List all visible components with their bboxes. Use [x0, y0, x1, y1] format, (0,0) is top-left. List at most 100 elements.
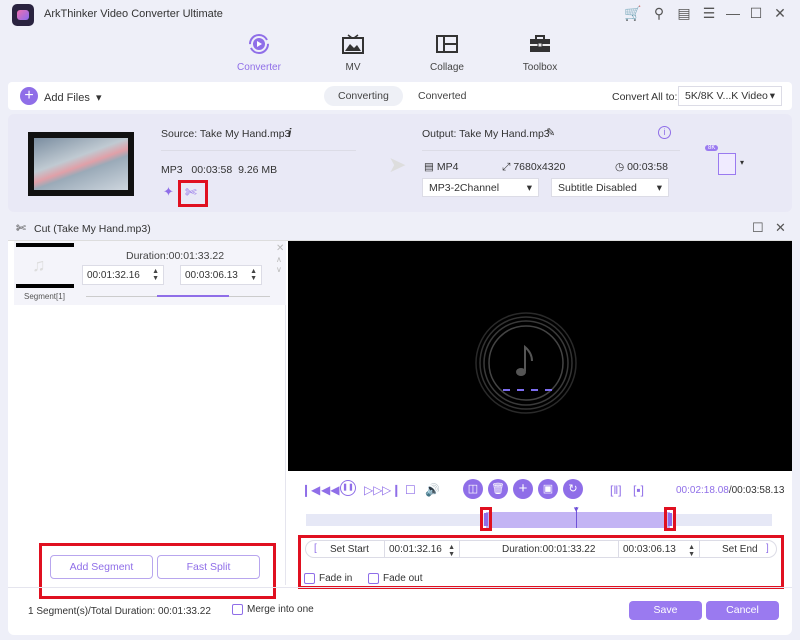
segment-label: Segment[1]	[24, 292, 65, 301]
convert-all-label: Convert All to:	[612, 91, 678, 103]
segment-delete-icon[interactable]: ✕	[276, 243, 284, 254]
toolbox-icon	[528, 32, 552, 56]
skip-start-icon[interactable]: ❙◀	[301, 483, 320, 497]
split-icon[interactable]: ◫	[463, 479, 483, 499]
tab-converted[interactable]: Converted	[404, 86, 480, 106]
edit-icon[interactable]: ✎	[546, 126, 555, 139]
set-start-button[interactable]: Set Start	[330, 544, 369, 555]
minimize-icon[interactable]: —	[724, 5, 742, 21]
divider	[8, 587, 792, 588]
menu-icon[interactable]: ☰	[700, 5, 718, 22]
player-controls: ❙◀ ◀◀ ❚❚ ▷▷ ▷❙ ☐ 🔊 ◫ 🗑 + ▣ ↻ [‖] [▪] 00:…	[288, 473, 792, 507]
maximize-icon[interactable]: ☐	[747, 5, 765, 22]
title-bar: ArkThinker Video Converter Ultimate 🛒 ⚲ …	[0, 0, 800, 28]
segment-start-input[interactable]: 00:01:32.16 ▲ ▼	[82, 265, 164, 285]
music-note-icon: ♫	[32, 255, 46, 275]
app-title: ArkThinker Video Converter Ultimate	[44, 8, 223, 20]
fade-in-checkbox[interactable]: Fade in	[304, 573, 352, 584]
dialog-close-icon[interactable]: ✕	[775, 220, 786, 236]
format-dropdown-icon[interactable]: ▾	[740, 158, 744, 167]
thumb-bar	[16, 284, 74, 288]
skip-end-icon[interactable]: ▷❙	[382, 483, 401, 497]
add-icon[interactable]: +	[513, 479, 533, 499]
add-files-plus-icon[interactable]: +	[20, 87, 38, 105]
segment-item[interactable]: ♫ Duration:00:01:33.22 00:01:32.16 ▲ ▼ 00:…	[14, 241, 286, 305]
mv-icon	[341, 32, 365, 56]
info-icon[interactable]: i	[288, 126, 291, 140]
set-start-bracket-icon: [	[314, 543, 317, 554]
converter-icon	[247, 32, 271, 56]
arrow-icon: ➤	[388, 152, 407, 177]
nav-converter[interactable]: Converter	[224, 32, 294, 73]
divider	[161, 150, 356, 151]
fade-out-checkbox[interactable]: Fade out	[368, 573, 422, 584]
bracket-pause-icon[interactable]: [‖]	[610, 483, 622, 497]
segment-duration: Duration:00:01:33.22	[126, 250, 225, 262]
video-preview[interactable]	[288, 241, 792, 471]
tab-converting[interactable]: Converting	[324, 86, 403, 106]
add-files-button[interactable]: Add Files ▾	[44, 91, 102, 104]
cancel-button[interactable]: Cancel	[706, 601, 779, 620]
audio-track-select[interactable]: MP3-2Channel ▾	[422, 178, 539, 197]
start-handle[interactable]	[484, 513, 489, 526]
segment-up-icon[interactable]: ∧	[276, 255, 282, 264]
volume-icon[interactable]: 🔊	[425, 483, 440, 497]
feedback-icon[interactable]: ▤	[675, 5, 693, 22]
bracket-stop-icon[interactable]: [▪]	[633, 483, 644, 497]
output-duration: ◷ 00:03:58	[615, 161, 668, 173]
enhance-icon[interactable]: ✦	[163, 184, 174, 200]
nav-toolbox[interactable]: Toolbox	[505, 32, 575, 73]
thumb-bar	[16, 243, 74, 247]
nav-mv[interactable]: MV	[318, 32, 388, 73]
cut-icon[interactable]: ✄	[185, 184, 197, 201]
output-info-icon[interactable]: i	[658, 126, 671, 139]
delete-icon[interactable]: 🗑	[488, 479, 508, 499]
divider	[422, 150, 680, 151]
source-meta: MP3 00:03:58 9.26 MB	[161, 164, 278, 176]
fast-split-button[interactable]: Fast Split	[157, 555, 260, 579]
file-card: Source: Take My Hand.mp3 i MP3 00:03:58 …	[8, 114, 792, 212]
format-badge: 8K	[705, 145, 719, 151]
stop-icon[interactable]: ☐	[405, 483, 416, 497]
file-thumbnail[interactable]	[28, 132, 134, 196]
app-logo	[12, 4, 34, 26]
convert-all-select[interactable]: 5K/8K V...K Video ▾	[678, 86, 782, 106]
copy-icon[interactable]: ▣	[538, 479, 558, 499]
merge-checkbox[interactable]: Merge into one	[232, 604, 314, 615]
start-time-input[interactable]: 00:01:32.16 ▲ ▼	[384, 541, 460, 558]
playhead-marker-icon: ▼	[572, 505, 581, 514]
cart-icon[interactable]: 🛒	[624, 5, 642, 22]
cut-title: Cut (Take My Hand.mp3)	[34, 223, 151, 235]
output-resolution: ⤢ 7680x4320	[502, 161, 566, 173]
save-button[interactable]: Save	[629, 601, 702, 620]
set-end-button[interactable]: Set End	[722, 544, 758, 555]
close-icon[interactable]: ✕	[771, 5, 789, 22]
rewind-icon[interactable]: ◀◀	[321, 483, 339, 497]
audio-visual-icon	[475, 312, 577, 414]
cut-duration: Duration:00:01:33.22	[502, 544, 596, 555]
forward-icon[interactable]: ▷▷	[364, 483, 382, 497]
cut-range-bar: [ Set Start 00:01:32.16 ▲ ▼ Duration:00:01…	[305, 540, 777, 558]
scissors-icon: ✄	[16, 221, 27, 235]
collage-icon	[435, 32, 459, 56]
output-format-icon[interactable]	[718, 153, 736, 175]
dialog-maximize-icon[interactable]: ☐	[752, 220, 764, 236]
toolbar: + Add Files ▾ Converting Converted Conve…	[8, 82, 792, 110]
nav-collage[interactable]: Collage	[412, 32, 482, 73]
timeline-selection	[486, 512, 670, 528]
source-name: Source: Take My Hand.mp3	[161, 128, 291, 140]
add-segment-button[interactable]: Add Segment	[50, 555, 153, 579]
segment-summary: 1 Segment(s)/Total Duration: 00:01:33.22	[28, 606, 211, 617]
segment-range-fill	[157, 295, 229, 297]
segment-list: ♫ Duration:00:01:33.22 00:01:32.16 ▲ ▼ 00:…	[14, 241, 286, 599]
subtitle-select[interactable]: Subtitle Disabled ▾	[551, 178, 669, 197]
segment-down-icon[interactable]: ∨	[276, 265, 282, 274]
pause-icon[interactable]: ❚❚	[340, 480, 356, 496]
key-icon[interactable]: ⚲	[650, 5, 668, 22]
output-name: Output: Take My Hand.mp3	[422, 128, 550, 140]
time-readout: 00:02:18.08/00:03:58.13	[676, 485, 785, 496]
reset-icon[interactable]: ↻	[563, 479, 583, 499]
segment-end-input[interactable]: 00:03:06.13 ▲ ▼	[180, 265, 262, 285]
end-time-input[interactable]: 00:03:06.13 ▲ ▼	[618, 541, 700, 558]
end-handle[interactable]	[667, 513, 672, 526]
